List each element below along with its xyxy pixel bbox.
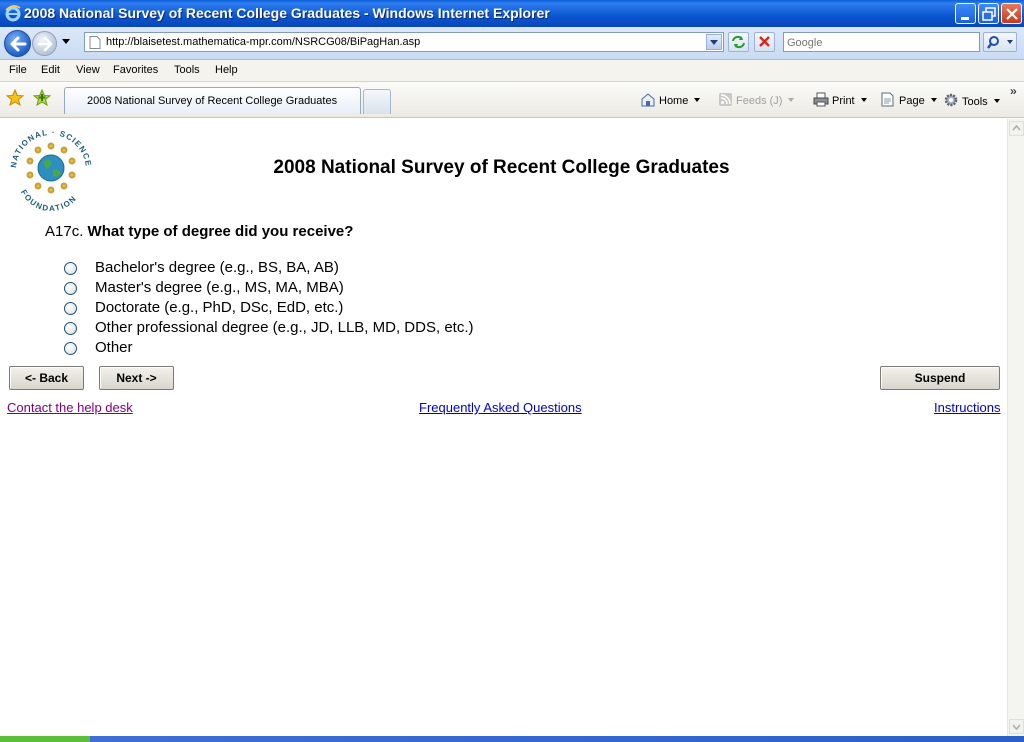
search-input[interactable] [787, 34, 972, 51]
print-button[interactable]: Print [813, 92, 867, 107]
restore-icon [982, 7, 996, 21]
recent-pages-dropdown-icon[interactable] [62, 39, 71, 45]
help-desk-link[interactable]: Contact the help desk [7, 400, 133, 415]
search-button[interactable] [983, 32, 1017, 52]
option-label[interactable]: Master's degree (e.g., MS, MA, MBA) [95, 279, 344, 296]
forward-nav-button[interactable] [32, 31, 57, 56]
menu-edit[interactable]: Edit [41, 64, 60, 76]
radio-doctorate[interactable] [64, 302, 77, 315]
suspend-button[interactable]: Suspend [880, 366, 1000, 390]
chevron-up-icon [1012, 124, 1021, 131]
instructions-link[interactable]: Instructions [934, 400, 1000, 415]
back-button[interactable]: <- Back [9, 366, 84, 390]
feeds-button[interactable]: Feeds (J) [718, 92, 795, 107]
page-content: NATIONAL · SCIENCE FOUNDATION 2008 Natio… [0, 119, 1007, 736]
radio-masters[interactable] [64, 282, 77, 295]
add-favorite-icon[interactable] [33, 89, 51, 107]
home-button[interactable]: Home [640, 92, 701, 107]
forward-arrow-icon [37, 36, 53, 52]
question-text: What type of degree did you receive? [87, 223, 354, 240]
window-title: 2008 National Survey of Recent College G… [24, 5, 550, 21]
vertical-scrollbar[interactable] [1007, 119, 1024, 736]
close-icon [1006, 8, 1018, 20]
option-label[interactable]: Other [95, 339, 133, 356]
option-label[interactable]: Doctorate (e.g., PhD, DSc, EdD, etc.) [95, 299, 343, 316]
home-label: Home [659, 95, 689, 107]
address-dropdown-button[interactable] [706, 34, 722, 50]
status-bar [0, 736, 1024, 742]
faq-link[interactable]: Frequently Asked Questions [419, 400, 582, 415]
feeds-label: Feeds (J) [736, 95, 783, 107]
address-field[interactable]: http://blaisetest.mathematica-mpr.com/NS… [84, 32, 724, 52]
menu-file[interactable]: File [9, 64, 27, 76]
menu-tools[interactable]: Tools [174, 64, 200, 76]
question-number: A17c. [45, 223, 84, 240]
tools-menu-button[interactable]: Tools [943, 92, 1000, 108]
option-label[interactable]: Other professional degree (e.g., JD, LLB… [95, 319, 474, 336]
favorites-star-icon[interactable] [6, 89, 24, 107]
scroll-down-button[interactable] [1009, 719, 1024, 734]
feeds-icon [719, 93, 732, 106]
printer-icon [813, 92, 829, 107]
page-menu-icon [881, 92, 894, 107]
tab-label: 2008 National Survey of Recent College G… [87, 95, 338, 107]
page-icon [89, 36, 101, 49]
menu-help[interactable]: Help [215, 64, 238, 76]
address-toolbar: http://blaisetest.mathematica-mpr.com/NS… [0, 27, 1024, 60]
tab-survey[interactable]: 2008 National Survey of Recent College G… [64, 87, 361, 114]
close-button[interactable] [1001, 3, 1022, 24]
page-label: Page [899, 95, 925, 107]
minimize-button[interactable] [955, 3, 976, 24]
back-nav-button[interactable] [4, 30, 31, 57]
chevron-down-icon [710, 40, 718, 45]
chevron-down-icon [1012, 724, 1021, 731]
gear-icon [944, 93, 958, 107]
radio-other-professional[interactable] [64, 322, 77, 335]
refresh-icon [732, 35, 745, 49]
scroll-up-button[interactable] [1009, 121, 1024, 136]
home-icon [641, 93, 655, 107]
question: A17c. What type of degree did you receiv… [45, 223, 353, 240]
menu-favorites[interactable]: Favorites [113, 64, 158, 76]
stop-button[interactable] [754, 32, 775, 52]
internet-explorer-icon [5, 5, 21, 22]
next-button[interactable]: Next -> [99, 366, 174, 390]
window-title-bar: 2008 National Survey of Recent College G… [0, 0, 1024, 27]
minimize-icon [961, 17, 969, 20]
radio-other[interactable] [64, 342, 77, 355]
search-icon [987, 36, 1013, 49]
menu-bar: File Edit View Favorites Tools Help [0, 60, 1024, 82]
restore-button[interactable] [978, 3, 999, 24]
refresh-button[interactable] [728, 32, 749, 52]
search-field[interactable] [783, 32, 980, 52]
print-label: Print [832, 95, 855, 107]
toolbar-overflow-button[interactable]: » [1010, 84, 1017, 98]
url-text[interactable]: http://blaisetest.mathematica-mpr.com/NS… [106, 36, 420, 48]
back-arrow-icon [10, 36, 27, 52]
command-bar: 2008 National Survey of Recent College G… [0, 82, 1024, 118]
menu-view[interactable]: View [76, 64, 100, 76]
stop-icon [759, 36, 770, 47]
page-menu-button[interactable]: Page [880, 92, 937, 107]
tools-label: Tools [962, 96, 988, 108]
radio-bachelors[interactable] [64, 262, 77, 275]
page-title: 2008 National Survey of Recent College G… [273, 157, 730, 178]
option-label[interactable]: Bachelor's degree (e.g., BS, BA, AB) [95, 259, 339, 276]
new-tab-button[interactable] [363, 89, 391, 114]
